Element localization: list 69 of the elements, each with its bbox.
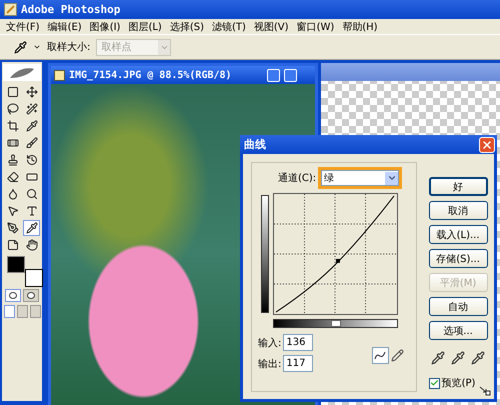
tool-button[interactable] bbox=[23, 220, 40, 236]
check-icon bbox=[430, 378, 439, 388]
pencil-icon[interactable] bbox=[390, 349, 404, 362]
menu-item[interactable]: 窗口(W) bbox=[292, 20, 338, 34]
dialog-button[interactable]: 好 bbox=[428, 177, 488, 196]
lasso-icon bbox=[6, 103, 18, 115]
pen-icon bbox=[6, 222, 18, 234]
menu-item[interactable]: 滤镜(T) bbox=[208, 20, 250, 34]
output-field[interactable]: 117 bbox=[283, 355, 314, 372]
dialog-button[interactable]: 选项... bbox=[428, 321, 488, 340]
eyedropper-icon[interactable] bbox=[430, 351, 445, 365]
magnifier-icon bbox=[26, 188, 38, 200]
pointer-icon bbox=[6, 205, 18, 217]
bandage-icon bbox=[6, 137, 18, 149]
foreground-color-swatch[interactable] bbox=[7, 256, 25, 273]
eyedropper-icon[interactable] bbox=[470, 351, 485, 365]
magic-wand-icon bbox=[26, 103, 38, 115]
stamp-icon bbox=[6, 154, 18, 166]
feather-icon bbox=[3, 64, 41, 81]
caret-icon bbox=[386, 173, 397, 183]
curve-icon bbox=[374, 351, 386, 360]
dialog-button[interactable]: 自动 bbox=[428, 297, 488, 316]
menu-item[interactable]: 选择(S) bbox=[166, 20, 208, 34]
menu-item[interactable]: 图像(I) bbox=[86, 20, 124, 34]
type-icon bbox=[26, 205, 38, 217]
document-icon bbox=[54, 70, 65, 80]
eraser-icon bbox=[6, 171, 18, 183]
quick-mask-button[interactable] bbox=[23, 289, 39, 302]
input-field[interactable]: 136 bbox=[283, 334, 314, 351]
menu-item[interactable]: 编辑(E) bbox=[44, 20, 86, 34]
eyedropper-icon[interactable] bbox=[450, 351, 465, 365]
dialog-title: 曲线 bbox=[244, 137, 266, 152]
pipette-icon bbox=[26, 120, 38, 132]
app-logo-icon bbox=[4, 3, 17, 16]
dialog-button[interactable]: 存储(S)... bbox=[428, 249, 488, 268]
quick-mask-button[interactable] bbox=[5, 289, 21, 302]
menu-item[interactable]: 文件(F) bbox=[2, 20, 44, 34]
eyedropper-icon[interactable] bbox=[14, 40, 27, 54]
note-icon bbox=[6, 239, 18, 251]
move-icon bbox=[26, 86, 38, 98]
document-title: IMG_7154.JPG @ 88.5%(RGB/8) bbox=[69, 70, 232, 80]
resize-grip-icon[interactable] bbox=[479, 386, 491, 396]
output-label: 输出: bbox=[258, 358, 282, 370]
drop-icon bbox=[6, 188, 18, 200]
dialog-button[interactable]: 取消 bbox=[428, 201, 488, 220]
marquee-icon bbox=[6, 86, 18, 98]
curve-tool-button[interactable] bbox=[372, 347, 389, 364]
hand-icon bbox=[26, 239, 38, 251]
menu-item[interactable]: 图层(L) bbox=[124, 20, 166, 34]
dialog-button[interactable]: 载入(L)... bbox=[428, 225, 488, 244]
window-title: Adobe Photoshop bbox=[21, 3, 120, 16]
close-icon bbox=[481, 138, 493, 150]
maximize-button[interactable] bbox=[284, 68, 297, 82]
channel-dropdown[interactable]: 绿 bbox=[318, 167, 402, 189]
preview-checkbox[interactable] bbox=[428, 378, 440, 388]
close-button[interactable] bbox=[479, 136, 495, 152]
crop-icon bbox=[6, 120, 18, 132]
minimize-button[interactable] bbox=[267, 68, 280, 82]
channel-label: 通道(C): bbox=[278, 172, 316, 185]
input-label: 输入: bbox=[258, 336, 282, 350]
caret-icon[interactable] bbox=[33, 43, 41, 51]
curve-point[interactable] bbox=[336, 258, 340, 263]
background-color-swatch[interactable] bbox=[25, 269, 43, 287]
eyedropper-icon bbox=[26, 222, 38, 234]
menu-item[interactable]: 视图(V) bbox=[250, 20, 293, 34]
preview-label: 预览(P) bbox=[442, 377, 476, 390]
brush-icon bbox=[26, 137, 38, 149]
menu-item[interactable]: 帮助(H) bbox=[338, 20, 382, 34]
sample-size-label: 取样大小: bbox=[47, 40, 90, 54]
